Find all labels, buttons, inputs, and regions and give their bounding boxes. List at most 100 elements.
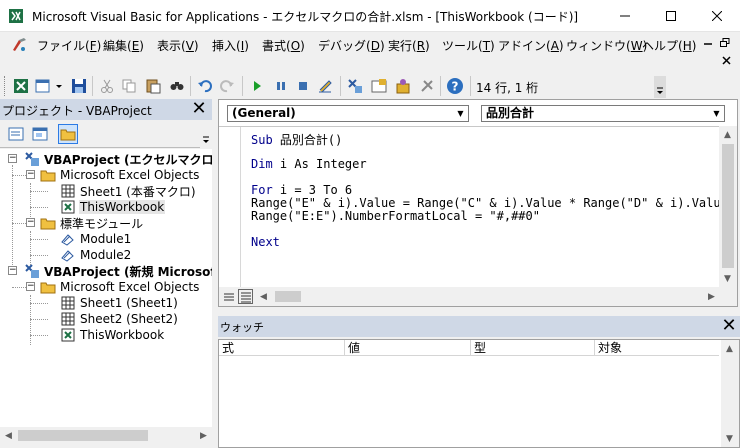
- break-icon[interactable]: [272, 77, 290, 95]
- help-icon[interactable]: ?: [446, 77, 464, 95]
- margin-indicator-bar[interactable]: [219, 127, 241, 287]
- menu-item-7[interactable]: ツール(T): [442, 37, 495, 54]
- chevron-down-icon[interactable]: ▼: [453, 106, 468, 121]
- menu-item-6[interactable]: 実行(R): [388, 37, 430, 54]
- object-combo[interactable]: (General) ▼: [227, 105, 469, 122]
- tree-node-p1-modules[interactable]: 標準モジュール: [40, 215, 144, 231]
- procedure-view-icon[interactable]: [221, 289, 236, 304]
- view-object-icon[interactable]: [30, 124, 50, 144]
- watch-col-context[interactable]: 対象: [595, 340, 719, 356]
- save-icon[interactable]: [70, 77, 88, 95]
- tree-collapse-project2[interactable]: −: [8, 266, 17, 275]
- tree-node-p2-sheet1[interactable]: Sheet1 (Sheet1): [60, 295, 179, 311]
- close-button[interactable]: [694, 0, 740, 32]
- mdi-restore-button[interactable]: [720, 38, 730, 51]
- scroll-down-arrow-icon[interactable]: ▼: [719, 270, 736, 287]
- procedure-combo[interactable]: 品別合計 ▼: [481, 105, 725, 122]
- scroll-thumb[interactable]: [275, 291, 301, 302]
- vba-app-icon: [8, 8, 24, 24]
- project-tree-hscrollbar[interactable]: ◀ ▶: [0, 427, 212, 444]
- tree-node-p2-sheet2[interactable]: Sheet2 (Sheet2): [60, 311, 179, 327]
- scroll-thumb[interactable]: [18, 430, 148, 441]
- watch-vscrollbar[interactable]: ▲ ▼: [721, 340, 739, 447]
- insert-dropdown-chevron-icon[interactable]: [54, 77, 64, 95]
- menu-item-5[interactable]: デバッグ(D): [318, 37, 385, 54]
- project-toolbar-overflow[interactable]: [200, 120, 212, 148]
- tree-label-p2-sheet1: Sheet1 (Sheet1): [80, 296, 178, 310]
- watch-col-value[interactable]: 値: [345, 340, 471, 356]
- menu-item-8[interactable]: アドイン(A): [498, 37, 564, 54]
- toolbox-icon[interactable]: [418, 77, 436, 95]
- chevron-down-icon[interactable]: ▼: [709, 106, 724, 121]
- mdi-close-button[interactable]: [722, 56, 732, 69]
- view-code-icon[interactable]: [6, 124, 26, 144]
- scroll-right-arrow-icon[interactable]: ▶: [195, 427, 212, 444]
- tree-collapse-p1-modules[interactable]: −: [26, 218, 35, 227]
- menu-item-1[interactable]: 編集(E): [103, 37, 144, 54]
- tree-node-p1-module1[interactable]: Module1: [60, 231, 132, 247]
- cut-icon[interactable]: [98, 77, 116, 95]
- scroll-right-arrow-icon[interactable]: ▶: [703, 288, 720, 305]
- code-editor[interactable]: Sub 品別合計() Dim i As Integer For i = 3 To 6…: [219, 126, 719, 287]
- maximize-button[interactable]: [648, 0, 694, 32]
- procedure-combo-value: 品別合計: [486, 106, 535, 120]
- project-explorer-icon[interactable]: [346, 77, 364, 95]
- code-vscrollbar[interactable]: ▲ ▼: [719, 126, 737, 288]
- tree-node-p1-module2[interactable]: Module2: [60, 247, 132, 263]
- toggle-folders-icon[interactable]: [58, 124, 78, 144]
- code-line[interactable]: Range("E" & i).Value = Range("C" & i).Va…: [251, 196, 719, 210]
- project-explorer-toolbar: [0, 120, 212, 148]
- tree-label-p1-module1: Module1: [80, 232, 132, 246]
- tree-node-project2[interactable]: VBAProject (新規 Microsoft: [24, 263, 212, 279]
- menu-item-9[interactable]: ウィンドウ(W): [566, 37, 647, 54]
- tree-node-p1-thisworkbook[interactable]: ThisWorkbook: [60, 199, 166, 215]
- tree-collapse-p2-objects[interactable]: −: [26, 282, 35, 291]
- scroll-up-arrow-icon[interactable]: ▲: [721, 340, 738, 357]
- menu-item-0[interactable]: ファイル(F): [37, 37, 101, 54]
- reset-icon[interactable]: [294, 77, 312, 95]
- menu-item-10[interactable]: ヘルプ(H): [642, 37, 696, 54]
- code-line[interactable]: Next: [251, 235, 280, 249]
- tree-node-p2-excel-objects[interactable]: Microsoft Excel Objects: [40, 279, 200, 295]
- mdi-minimize-button[interactable]: [703, 36, 713, 49]
- watch-col-type[interactable]: 型: [471, 340, 595, 356]
- design-mode-icon[interactable]: [316, 77, 334, 95]
- redo-icon[interactable]: [218, 77, 236, 95]
- code-line[interactable]: Dim i As Integer: [251, 157, 367, 171]
- watch-window-close-icon[interactable]: ✕: [720, 317, 738, 335]
- tree-collapse-project1[interactable]: −: [8, 154, 17, 163]
- code-line[interactable]: Range("E:E").NumberFormatLocal = "#,##0": [251, 209, 540, 223]
- find-icon[interactable]: [168, 77, 186, 95]
- menu-item-3[interactable]: 挿入(I): [212, 37, 249, 54]
- menu-item-2[interactable]: 表示(V): [157, 37, 199, 54]
- scroll-up-arrow-icon[interactable]: ▲: [719, 126, 736, 143]
- toolbar-grip[interactable]: [4, 76, 7, 96]
- tree-node-p2-thisworkbook[interactable]: ThisWorkbook: [60, 327, 165, 343]
- run-icon[interactable]: [248, 77, 266, 95]
- undo-icon[interactable]: [196, 77, 214, 95]
- scroll-left-arrow-icon[interactable]: ◀: [255, 288, 272, 305]
- minimize-button[interactable]: [602, 0, 648, 32]
- code-line[interactable]: For i = 3 To 6: [251, 183, 352, 197]
- menu-item-4[interactable]: 書式(O): [262, 37, 305, 54]
- copy-icon[interactable]: [120, 77, 138, 95]
- code-window-icon[interactable]: [10, 36, 28, 54]
- code-window: (General) ▼ 品別合計 ▼ Sub 品別合計() Dim i As In…: [218, 99, 738, 307]
- properties-window-icon[interactable]: [370, 77, 388, 95]
- tree-collapse-p1-objects[interactable]: −: [26, 170, 35, 179]
- excel-view-icon[interactable]: [12, 77, 30, 95]
- watch-col-expression[interactable]: 式: [219, 340, 345, 356]
- object-browser-icon[interactable]: [394, 77, 412, 95]
- toolbar-overflow-chevron-icon[interactable]: [654, 76, 666, 98]
- scroll-thumb[interactable]: [722, 144, 734, 268]
- paste-icon[interactable]: [144, 77, 162, 95]
- project-explorer-close-icon[interactable]: ✕: [190, 100, 208, 118]
- insert-userform-icon[interactable]: [34, 77, 52, 95]
- tree-node-project1[interactable]: VBAProject (エクセルマクロの合: [24, 151, 212, 167]
- scroll-left-arrow-icon[interactable]: ◀: [0, 427, 17, 444]
- scroll-down-arrow-icon[interactable]: ▼: [721, 430, 738, 447]
- tree-node-p1-excel-objects[interactable]: Microsoft Excel Objects: [40, 167, 200, 183]
- code-line[interactable]: Sub 品別合計(): [251, 131, 342, 148]
- tree-node-p1-sheet1[interactable]: Sheet1 (本番マクロ): [60, 183, 197, 199]
- full-module-view-icon[interactable]: [238, 289, 253, 304]
